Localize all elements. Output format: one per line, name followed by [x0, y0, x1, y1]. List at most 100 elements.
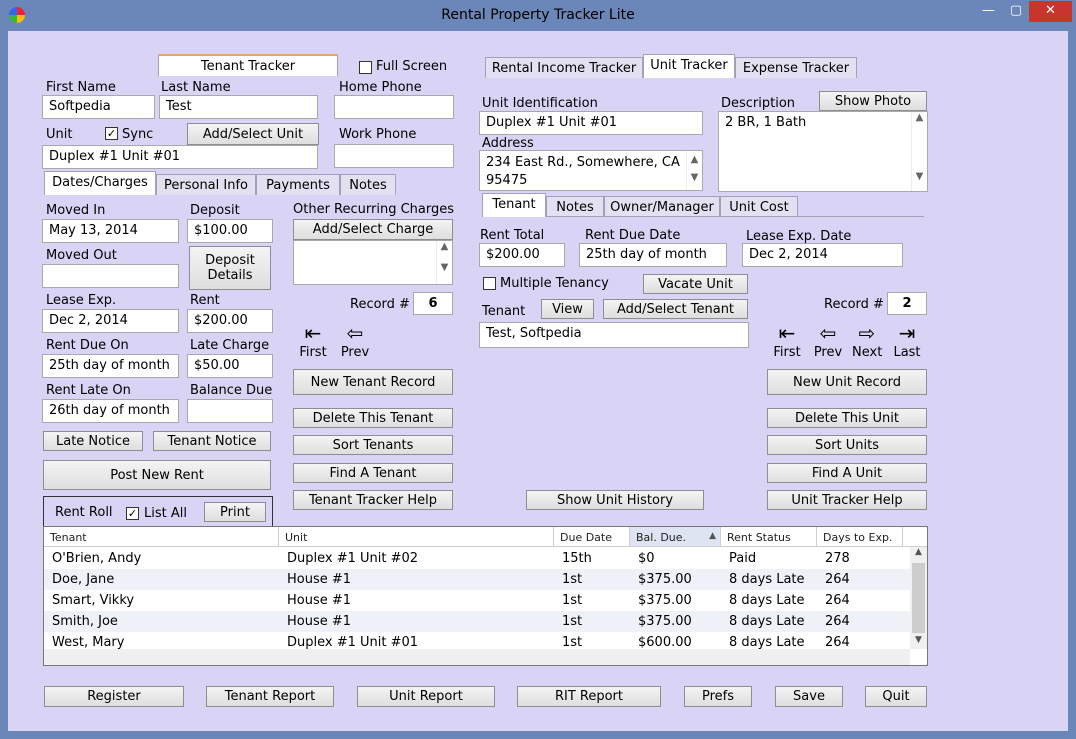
work-phone-field[interactable]: [334, 144, 454, 168]
find-unit-button[interactable]: Find A Unit: [767, 463, 927, 483]
prefs-button[interactable]: Prefs: [684, 686, 752, 707]
late-charge-field[interactable]: $50.00: [187, 354, 273, 378]
column-header-bal-due[interactable]: Bal. Due. ▲: [630, 527, 721, 547]
tab-rental-income-tracker[interactable]: Rental Income Tracker: [485, 57, 643, 78]
description-scrollbar[interactable]: ▲ ▼: [911, 112, 927, 191]
register-button[interactable]: Register: [44, 686, 184, 707]
view-tenant-button[interactable]: View: [541, 299, 594, 319]
save-button[interactable]: Save: [775, 686, 843, 707]
sync-checkbox[interactable]: ✓: [105, 127, 118, 140]
delete-unit-button[interactable]: Delete This Unit: [767, 408, 927, 428]
scroll-down-icon[interactable]: ▼: [437, 262, 452, 273]
show-photo-button[interactable]: Show Photo: [819, 91, 927, 111]
sort-units-button[interactable]: Sort Units: [767, 435, 927, 455]
tenant-report-button[interactable]: Tenant Report: [206, 686, 334, 707]
rent-late-on-field[interactable]: 26th day of month: [42, 399, 179, 423]
scroll-down-icon[interactable]: ▼: [687, 169, 702, 187]
subtab-owner-manager[interactable]: Owner/Manager: [604, 196, 720, 217]
table-vertical-scrollbar[interactable]: ▲ ▼: [910, 547, 927, 649]
unit-identification-field[interactable]: Duplex #1 Unit #01: [479, 111, 703, 135]
unit-last-button[interactable]: ⇥ Last: [892, 323, 922, 360]
maximize-button[interactable]: ▢: [1003, 1, 1029, 22]
recurring-charges-list[interactable]: ▲ ▼: [293, 240, 453, 285]
unit-tenant-field[interactable]: Test, Softpedia: [479, 322, 749, 348]
lease-exp-date-field[interactable]: Dec 2, 2014: [742, 243, 903, 267]
subtab-tenant[interactable]: Tenant: [482, 193, 546, 217]
tenant-notice-button[interactable]: Tenant Notice: [153, 431, 271, 451]
tab-dates-charges[interactable]: Dates/Charges: [44, 171, 156, 195]
unit-report-button[interactable]: Unit Report: [357, 686, 495, 707]
add-select-charge-button[interactable]: Add/Select Charge: [293, 219, 453, 240]
scroll-down-icon[interactable]: ▼: [910, 635, 927, 645]
tenant-first-button[interactable]: ⇤ First: [298, 323, 328, 360]
table-row[interactable]: O'Brien, Andy Duplex #1 Unit #02 15th $0 Pai…: [44, 548, 912, 569]
description-field[interactable]: 2 BR, 1 Bath ▲ ▼: [718, 111, 928, 192]
unit-tracker-help-button[interactable]: Unit Tracker Help: [767, 490, 927, 510]
address-field[interactable]: 234 East Rd., Somewhere, CA 95475 ▲ ▼: [479, 150, 703, 191]
deposit-details-button[interactable]: Deposit Details: [189, 246, 271, 290]
deposit-field[interactable]: $100.00: [187, 219, 273, 243]
rent-due-date-field[interactable]: 25th day of month: [579, 243, 727, 267]
close-button[interactable]: ✕: [1029, 1, 1072, 22]
scroll-up-icon[interactable]: ▲: [687, 151, 702, 169]
rent-roll-table[interactable]: Tenant Unit Due Date Bal. Due. ▲ Rent Sta…: [43, 526, 928, 666]
column-header-rent-status[interactable]: Rent Status: [721, 527, 817, 547]
unit-prev-button[interactable]: ⇦ Prev: [813, 323, 843, 360]
subtab-notes[interactable]: Notes: [546, 196, 604, 217]
home-phone-field[interactable]: [334, 95, 454, 119]
multiple-tenancy-checkbox[interactable]: [483, 277, 496, 290]
lease-exp-field[interactable]: Dec 2, 2014: [42, 309, 179, 333]
subtab-unit-cost[interactable]: Unit Cost: [720, 196, 798, 217]
quit-button[interactable]: Quit: [865, 686, 927, 707]
table-row[interactable]: Doe, Jane House #1 1st $375.00 8 days Late 26…: [44, 569, 912, 590]
minimize-button[interactable]: —: [974, 1, 1003, 22]
scroll-up-icon[interactable]: ▲: [912, 112, 927, 123]
unit-first-button[interactable]: ⇤ First: [772, 323, 802, 360]
late-notice-button[interactable]: Late Notice: [43, 431, 143, 451]
scroll-thumb[interactable]: [912, 563, 925, 633]
last-name-field[interactable]: Test: [159, 95, 318, 119]
tab-unit-tracker[interactable]: Unit Tracker: [643, 54, 735, 78]
recurring-charges-scrollbar[interactable]: ▲ ▼: [436, 241, 452, 284]
scroll-up-icon[interactable]: ▲: [910, 547, 927, 561]
first-name-field[interactable]: Softpedia: [42, 95, 155, 119]
balance-due-field[interactable]: [187, 399, 273, 423]
table-row[interactable]: Smart, Vikky House #1 1st $375.00 8 days Lat…: [44, 590, 912, 611]
vacate-unit-button[interactable]: Vacate Unit: [643, 274, 748, 294]
new-unit-record-button[interactable]: New Unit Record: [767, 369, 927, 395]
tenant-tracker-help-button[interactable]: Tenant Tracker Help: [293, 490, 453, 510]
column-header-tenant[interactable]: Tenant: [44, 527, 279, 547]
full-screen-checkbox[interactable]: [359, 61, 372, 74]
find-tenant-button[interactable]: Find A Tenant: [293, 463, 453, 483]
rent-total-field[interactable]: $200.00: [479, 243, 565, 267]
print-button[interactable]: Print: [204, 502, 266, 522]
unit-field[interactable]: Duplex #1 Unit #01: [42, 145, 318, 169]
scroll-down-icon[interactable]: ▼: [912, 171, 927, 182]
show-unit-history-button[interactable]: Show Unit History: [526, 490, 704, 510]
address-scrollbar[interactable]: ▲ ▼: [686, 151, 702, 190]
delete-tenant-button[interactable]: Delete This Tenant: [293, 408, 453, 428]
rent-field[interactable]: $200.00: [187, 309, 273, 333]
tab-personal-info[interactable]: Personal Info: [156, 174, 256, 195]
post-new-rent-button[interactable]: Post New Rent: [43, 460, 271, 490]
column-header-unit[interactable]: Unit: [279, 527, 554, 547]
tab-notes[interactable]: Notes: [340, 174, 396, 195]
list-all-checkbox[interactable]: ✓: [126, 507, 139, 520]
add-select-tenant-button[interactable]: Add/Select Tenant: [603, 299, 748, 319]
tenant-record-field[interactable]: 6: [413, 292, 453, 315]
moved-out-field[interactable]: [42, 264, 179, 288]
rit-report-button[interactable]: RIT Report: [517, 686, 661, 707]
tab-payments[interactable]: Payments: [256, 174, 340, 195]
table-horizontal-scrollbar[interactable]: [44, 649, 910, 665]
table-row[interactable]: Smith, Joe House #1 1st $375.00 8 days Late 2…: [44, 611, 912, 632]
moved-in-field[interactable]: May 13, 2014: [42, 219, 179, 243]
new-tenant-record-button[interactable]: New Tenant Record: [293, 369, 453, 395]
add-select-unit-button[interactable]: Add/Select Unit: [187, 123, 319, 145]
tenant-prev-button[interactable]: ⇦ Prev: [340, 323, 370, 360]
unit-next-button[interactable]: ⇨ Next: [852, 323, 882, 360]
scroll-up-icon[interactable]: ▲: [437, 241, 452, 252]
column-header-days-to-exp[interactable]: Days to Exp.: [817, 527, 903, 547]
sort-tenants-button[interactable]: Sort Tenants: [293, 435, 453, 455]
unit-record-field[interactable]: 2: [887, 292, 927, 315]
column-header-due-date[interactable]: Due Date: [554, 527, 630, 547]
